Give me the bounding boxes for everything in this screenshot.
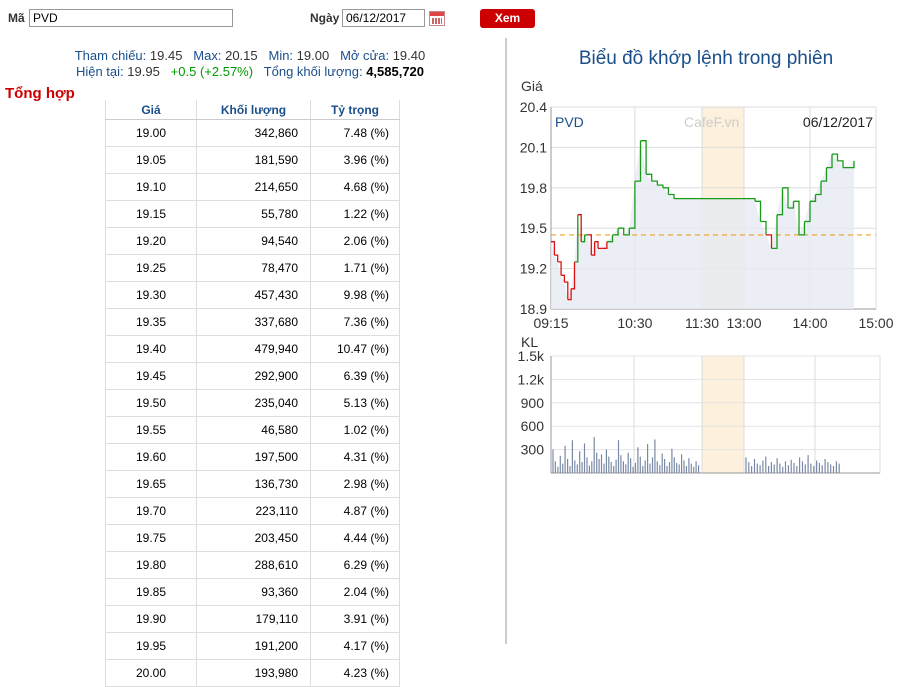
volume-tick-label: 600	[521, 418, 545, 434]
price-tick-label: 19.8	[520, 180, 547, 196]
time-tick-label: 14:00	[792, 315, 827, 331]
volume-tick-label: 300	[521, 442, 545, 458]
time-tick-label: 09:15	[533, 315, 568, 331]
lunch-break-band-volume	[702, 356, 744, 473]
intraday-chart: 20.420.119.819.519.218.909:15 10:30 11:30 1…	[518, 78, 894, 474]
volume-axis-label: KL	[521, 334, 538, 350]
volume-tick-label: 1.2k	[518, 371, 545, 387]
price-tick-label: 20.1	[520, 139, 547, 155]
cell-ty-trong: 4.23 (%)	[310, 659, 400, 687]
time-tick-label: 13:00	[726, 315, 761, 331]
price-axis-label: Giá	[521, 78, 543, 94]
time-tick-label: 10:30	[617, 315, 652, 331]
cell-khoi-luong: 193,980	[196, 659, 311, 687]
time-tick-label: 15:00	[858, 315, 893, 331]
series-label: PVD	[555, 114, 584, 130]
price-tick-label: 19.5	[520, 220, 547, 236]
cell-gia: 20.00	[105, 659, 197, 687]
chart-date: 06/12/2017	[803, 114, 873, 130]
time-tick-label: 11:30	[685, 315, 719, 331]
volume-tick-label: 900	[521, 395, 545, 411]
volume-tick-label: 1.5k	[518, 348, 545, 364]
price-tick-label: 20.4	[520, 99, 547, 115]
table-row: 20.00 193,980 4.23 (%)	[105, 659, 400, 687]
watermark: CafeF.vn	[684, 114, 739, 130]
price-tick-label: 19.2	[520, 261, 547, 277]
